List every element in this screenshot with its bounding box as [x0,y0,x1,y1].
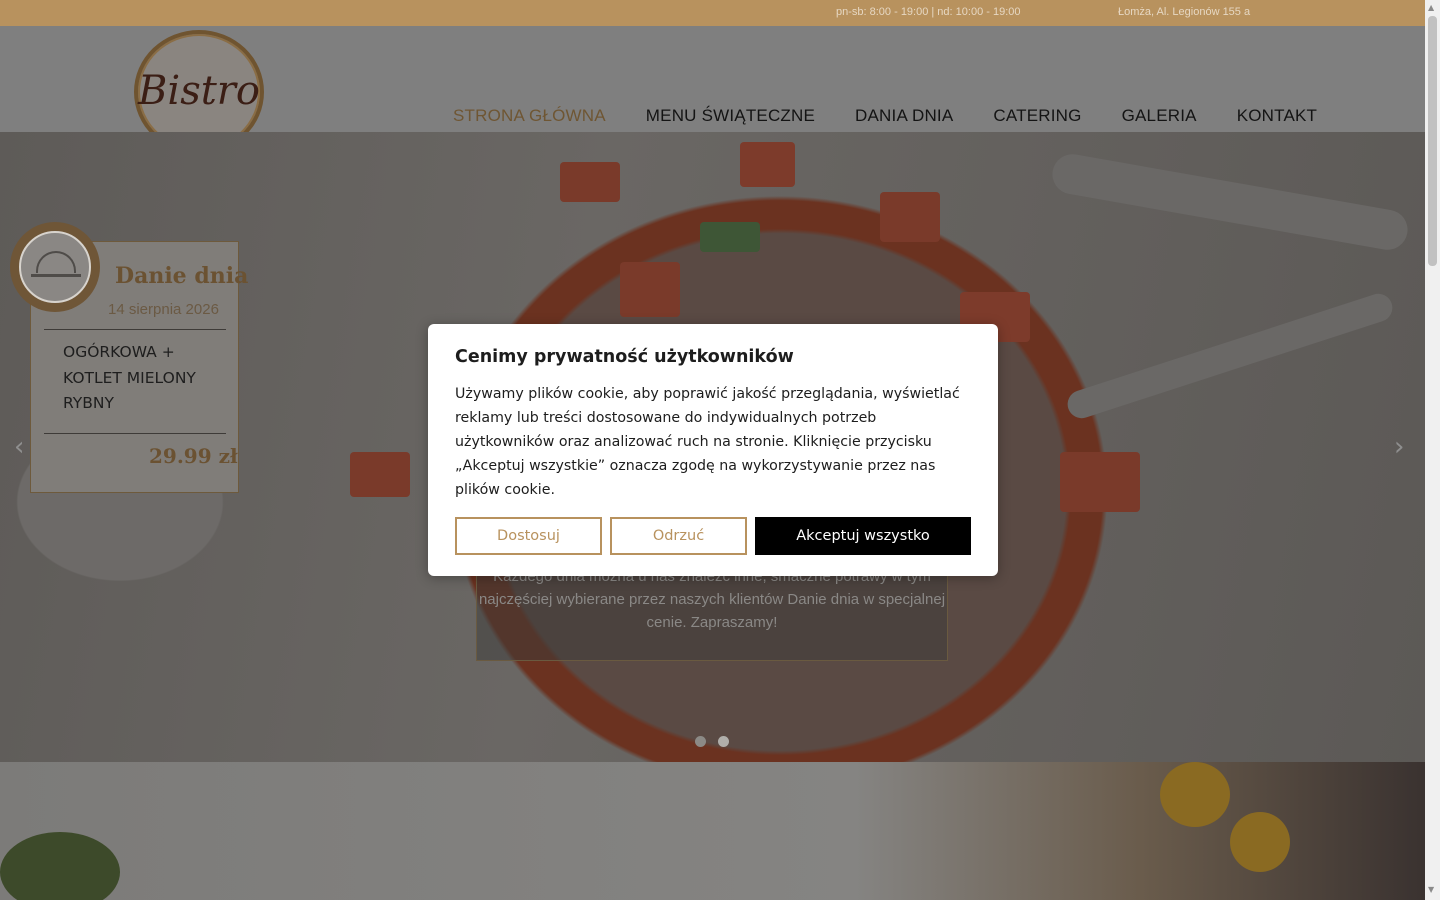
daily-dish-date: 14 sierpnia 2026 [108,301,219,318]
nav-contact[interactable]: KONTAKT [1237,106,1317,126]
address[interactable]: Łomża, Al. Legionów 155 a [1118,6,1250,18]
top-info-bar: pn-sb: 8:00 - 19:00 | nd: 10:00 - 19:00 … [0,0,1425,26]
slider-next-arrow[interactable]: › [1394,432,1404,462]
nav-gallery[interactable]: GALERIA [1122,106,1197,126]
slider-dot-1[interactable] [695,736,706,747]
reject-button[interactable]: Odrzuć [610,517,747,555]
scrollbar-thumb[interactable] [1428,16,1437,266]
logo-text: Bistro [138,68,260,114]
nav-daily-dishes[interactable]: DANIA DNIA [855,106,953,126]
nav-catering[interactable]: CATERING [993,106,1081,126]
nav-home[interactable]: STRONA GŁÓWNA [453,106,606,126]
daily-dish-name: OGÓRKOWA + KOTLET MIELONY RYBNY [63,343,196,412]
daily-dish-badge [10,222,100,312]
cookie-modal-title: Cenimy prywatność użytkowników [455,347,794,367]
cookie-modal-body: Używamy plików cookie, aby poprawić jako… [455,386,960,498]
slider-prev-arrow[interactable]: ‹ [14,432,24,462]
customize-button[interactable]: Dostosuj [455,517,602,555]
daily-dish-price: 29.99 zł [149,444,238,468]
lower-section-background [0,762,1425,900]
slider-dots [695,736,729,747]
opening-hours: pn-sb: 8:00 - 19:00 | nd: 10:00 - 19:00 [836,6,1021,18]
accept-all-button[interactable]: Akceptuj wszystko [755,517,971,555]
scroll-up-icon[interactable]: ▲ [1428,3,1434,12]
slider-dot-2[interactable] [718,736,729,747]
divider [44,329,226,330]
divider [44,433,226,434]
scroll-down-icon[interactable]: ▼ [1428,885,1434,894]
page-scrollbar[interactable]: ▲ ▼ [1425,0,1440,900]
main-nav: STRONA GŁÓWNA MENU ŚWIĄTECZNE DANIA DNIA… [453,106,1357,126]
cloche-icon [19,231,91,303]
cookie-consent-modal: Cenimy prywatność użytkowników Używamy p… [428,324,998,576]
nav-holiday-menu[interactable]: MENU ŚWIĄTECZNE [646,106,815,126]
daily-dish-title: Danie dnia [115,263,249,289]
